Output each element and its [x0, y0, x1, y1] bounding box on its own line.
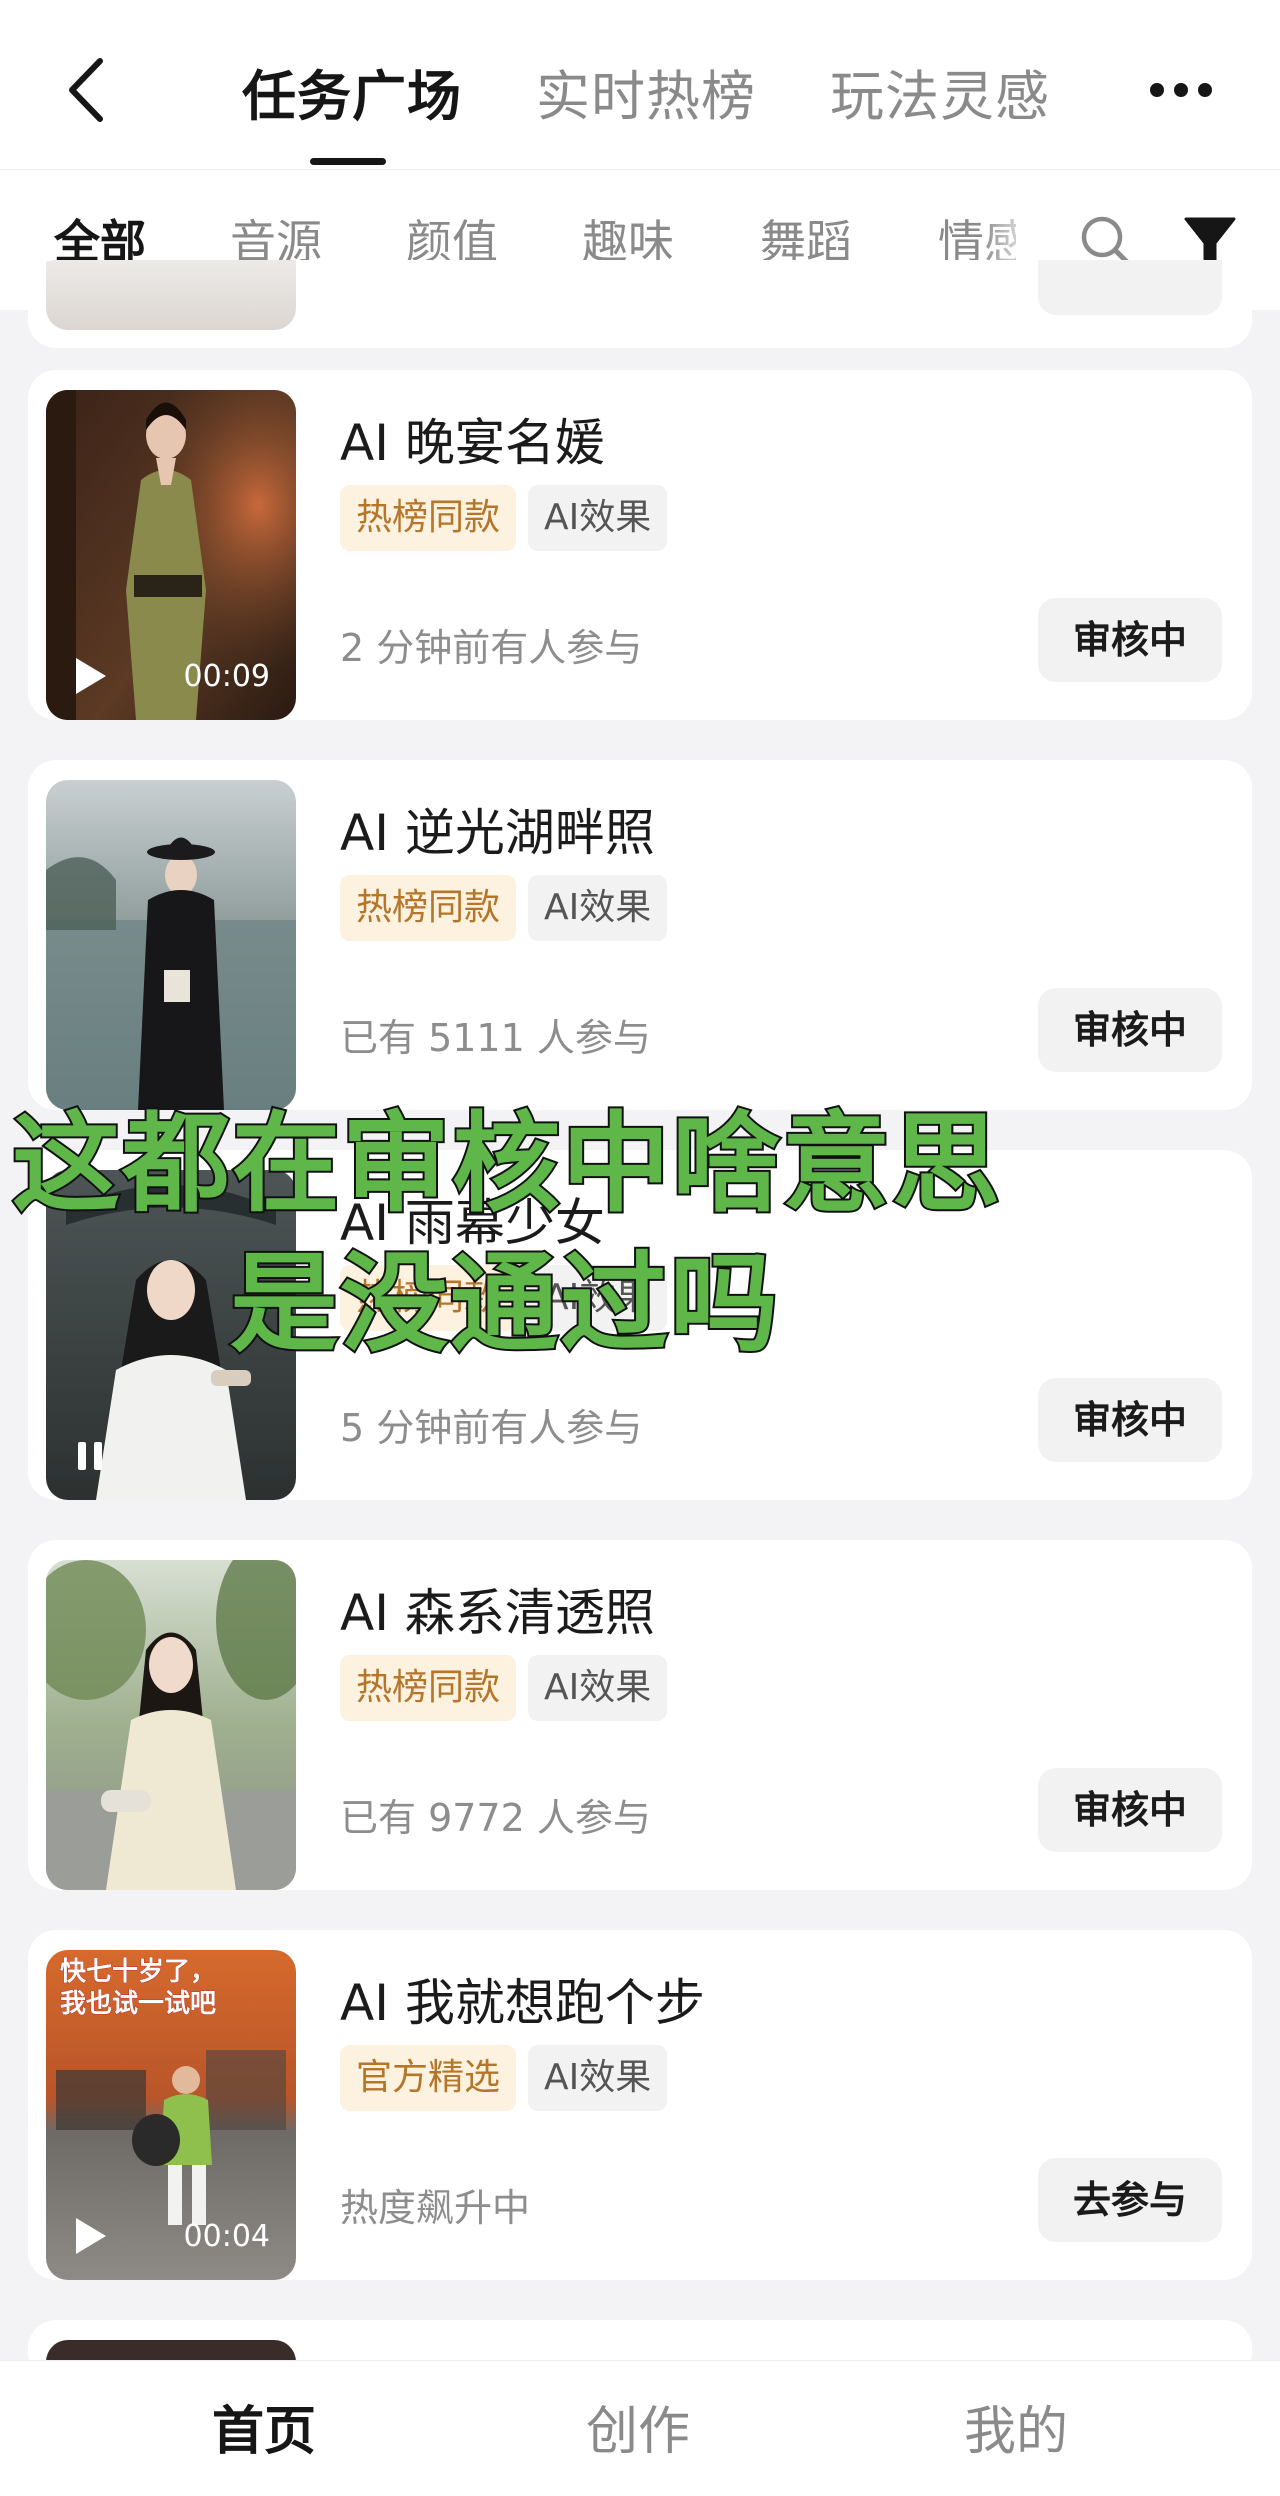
task-card[interactable]: 00:09 AI 晚宴名媛 热榜同款 AI效果 2 分钟前有人参与 审核中 — [28, 370, 1252, 720]
tab-realtime-hot[interactable]: 实时热榜 — [536, 62, 756, 132]
status-button[interactable]: 审核中 — [1038, 1768, 1222, 1852]
task-title[interactable]: AI 雨幕少女 — [340, 1188, 605, 1258]
thumbnail-image — [46, 1560, 296, 1890]
more-dot-icon — [1198, 83, 1212, 97]
tag-ai-effect: AI效果 — [528, 875, 668, 941]
status-button[interactable]: 审核中 — [1038, 1378, 1222, 1462]
participation-info: 已有 5111 人参与 — [340, 1016, 651, 1060]
tab-home[interactable]: 首页 — [212, 2397, 316, 2467]
video-duration: 00:09 — [183, 659, 270, 694]
participation-info: 已有 9772 人参与 — [340, 1796, 651, 1840]
page-root: 任务广场 实时热榜 玩法灵感 全部 音源 颜值 趣味 舞蹈 情感 — [0, 0, 1280, 2496]
tag-hot-same: 热榜同款 — [340, 1655, 517, 1721]
task-card[interactable]: AI 逆光湖畔照 热榜同款 AI效果 已有 5111 人参与 审核中 — [28, 760, 1252, 1110]
video-thumbnail[interactable]: 快七十岁了， 我也试一试吧 00:04 — [46, 1950, 296, 2280]
status-button[interactable]: 审核中 — [1038, 598, 1222, 682]
tab-mine[interactable]: 我的 — [964, 2397, 1068, 2467]
video-duration: 00:04 — [183, 2219, 270, 2254]
more-button[interactable] — [1150, 70, 1230, 110]
active-tab-indicator — [310, 158, 386, 165]
play-icon[interactable] — [72, 656, 108, 696]
pause-icon[interactable] — [72, 1436, 108, 1476]
task-title[interactable]: AI 晚宴名媛 — [340, 408, 605, 478]
task-card[interactable]: AI 森系清透照 热榜同款 AI效果 已有 9772 人参与 审核中 — [28, 1540, 1252, 1890]
task-title[interactable]: AI 我就想跑个步 — [340, 1968, 705, 2038]
thumbnail-partial — [46, 260, 296, 330]
more-dot-icon — [1150, 83, 1164, 97]
join-button[interactable]: 去参与 — [1038, 2158, 1222, 2242]
more-dot-icon — [1174, 83, 1188, 97]
participation-info: 2 分钟前有人参与 — [340, 626, 643, 670]
tag-hot-same: 热榜同款 — [340, 1265, 517, 1331]
top-nav: 任务广场 实时热榜 玩法灵感 — [0, 0, 1280, 170]
back-button[interactable] — [62, 55, 112, 125]
tag-ai-effect: AI效果 — [528, 2045, 668, 2111]
tag-ai-effect: AI效果 — [528, 485, 668, 551]
thumbnail-image — [46, 780, 296, 1110]
play-icon[interactable] — [72, 2216, 108, 2256]
status-button-partial[interactable] — [1038, 260, 1222, 315]
video-thumbnail[interactable] — [46, 1170, 296, 1500]
task-card[interactable]: 快七十岁了， 我也试一试吧 00:04 AI 我就想跑个步 官方精选 AI效果 … — [28, 1930, 1252, 2280]
tag-ai-effect: AI效果 — [528, 1265, 668, 1331]
tab-play-inspiration[interactable]: 玩法灵感 — [830, 62, 1050, 132]
tag-ai-effect: AI效果 — [528, 1655, 668, 1721]
tag-hot-same: 热榜同款 — [340, 485, 517, 551]
task-title[interactable]: AI 森系清透照 — [340, 1578, 655, 1648]
tab-create[interactable]: 创作 — [586, 2397, 690, 2467]
participation-info: 5 分钟前有人参与 — [340, 1406, 643, 1450]
tag-official-pick: 官方精选 — [340, 2045, 517, 2111]
chevron-left-icon — [69, 58, 103, 122]
thumbnail-caption: 快七十岁了， 我也试一试吧 — [59, 1957, 217, 2020]
video-thumbnail[interactable] — [46, 1560, 296, 1890]
participation-info: 热度飙升中 — [340, 2186, 531, 2230]
task-title[interactable]: AI 逆光湖畔照 — [340, 798, 655, 868]
tab-task-square[interactable]: 任务广场 — [242, 62, 462, 132]
task-card-partial[interactable] — [28, 260, 1252, 348]
status-button[interactable]: 审核中 — [1038, 988, 1222, 1072]
tag-hot-same: 热榜同款 — [340, 875, 517, 941]
video-thumbnail[interactable] — [46, 780, 296, 1110]
video-thumbnail[interactable]: 00:09 — [46, 390, 296, 720]
bottom-tab-bar: 首页 创作 我的 — [0, 2360, 1280, 2496]
task-card[interactable]: AI 雨幕少女 热榜同款 AI效果 5 分钟前有人参与 审核中 — [28, 1150, 1252, 1500]
